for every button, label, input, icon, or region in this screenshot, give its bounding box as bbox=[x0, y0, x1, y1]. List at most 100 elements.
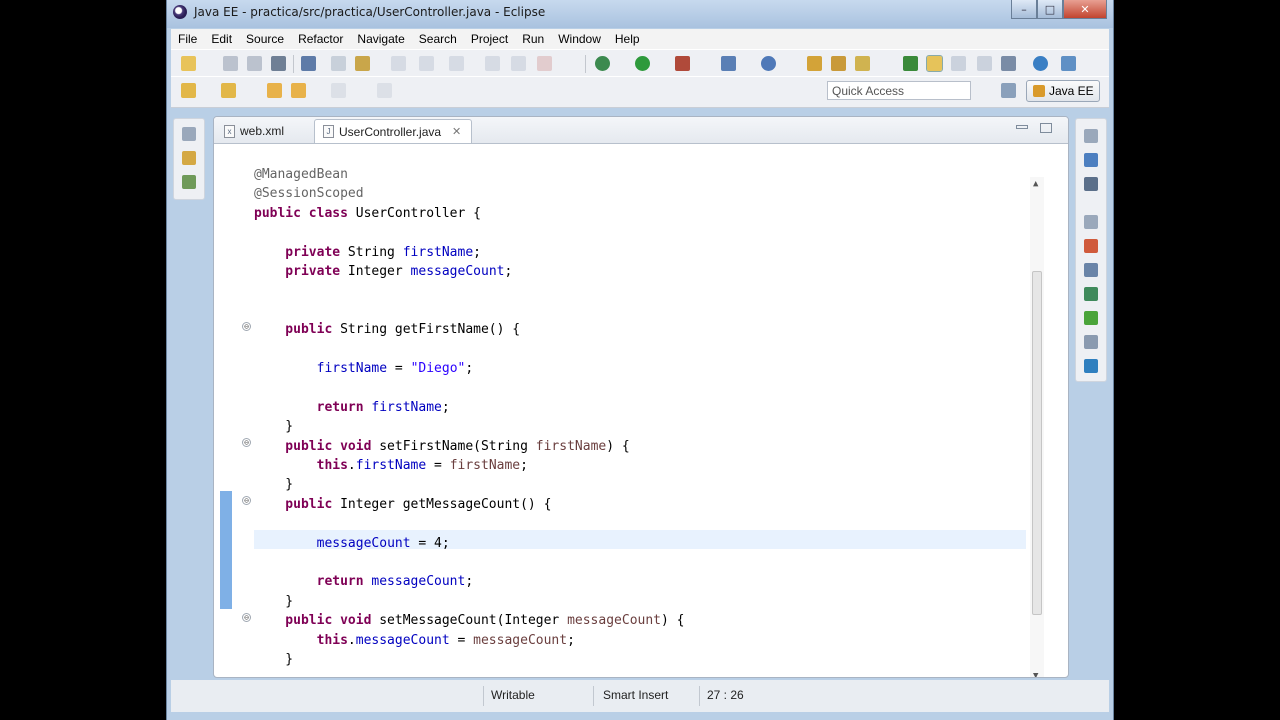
code-line[interactable]: public void setFirstName(String firstNam… bbox=[254, 437, 629, 456]
open-task-icon[interactable] bbox=[831, 56, 846, 71]
code-token: ) { bbox=[661, 613, 685, 629]
code-editor[interactable]: @ManagedBean @SessionScoped public class U… bbox=[214, 147, 1068, 677]
suspend-icon[interactable] bbox=[511, 56, 526, 71]
minimize-button[interactable]: – bbox=[1011, 0, 1037, 19]
toolbar-separator bbox=[585, 55, 586, 73]
code-line[interactable]: private String firstName; bbox=[254, 243, 481, 262]
code-line[interactable]: public void setMessageCount(Integer mess… bbox=[254, 611, 684, 630]
word-wrap-icon[interactable] bbox=[977, 56, 992, 71]
restore-icon[interactable] bbox=[1084, 129, 1098, 143]
markers-icon[interactable] bbox=[1084, 239, 1098, 253]
menu-help[interactable]: Help bbox=[608, 32, 647, 46]
perspective-button[interactable]: Java EE bbox=[1026, 80, 1100, 102]
code-line[interactable]: this.messageCount = messageCount; bbox=[254, 631, 575, 650]
code-line[interactable]: } bbox=[254, 650, 293, 669]
code-line[interactable]: public class UserController { bbox=[254, 204, 481, 223]
menu-refactor[interactable]: Refactor bbox=[291, 32, 350, 46]
run-icon[interactable] bbox=[635, 56, 650, 71]
close-button[interactable]: ✕ bbox=[1063, 0, 1107, 19]
pin-icon[interactable] bbox=[377, 83, 392, 98]
maximize-button[interactable]: □ bbox=[1037, 0, 1063, 19]
fold-icon[interactable]: ⊖ bbox=[242, 322, 251, 331]
code-line[interactable]: this.firstName = firstName; bbox=[254, 456, 528, 475]
close-tab-icon[interactable]: ✕ bbox=[452, 125, 461, 138]
next-annotation-icon[interactable] bbox=[181, 83, 196, 98]
mark-occurrences-icon[interactable] bbox=[926, 55, 943, 72]
restore-icon[interactable] bbox=[182, 127, 196, 141]
code-line[interactable]: @SessionScoped bbox=[254, 184, 364, 203]
search-icon[interactable] bbox=[855, 56, 870, 71]
task-list-icon[interactable] bbox=[1084, 153, 1098, 167]
show-whitespace-icon[interactable] bbox=[1001, 56, 1016, 71]
restore-icon[interactable] bbox=[1084, 215, 1098, 229]
maximize-editor-icon[interactable] bbox=[1040, 123, 1052, 133]
servers-icon[interactable] bbox=[1084, 287, 1098, 301]
code-token: public void bbox=[254, 613, 380, 629]
debug-perspective-icon[interactable] bbox=[301, 56, 316, 71]
new-java-class-icon[interactable] bbox=[761, 56, 776, 71]
step-over-icon[interactable] bbox=[419, 56, 434, 71]
search-toolbar-icon[interactable] bbox=[355, 56, 370, 71]
step-return-icon[interactable] bbox=[449, 56, 464, 71]
last-edit-location-icon[interactable] bbox=[267, 83, 282, 98]
fold-icon[interactable]: ⊖ bbox=[242, 496, 251, 505]
scroll-thumb[interactable] bbox=[1032, 271, 1042, 615]
save-all-icon[interactable] bbox=[247, 56, 262, 71]
code-line[interactable]: } bbox=[254, 592, 293, 611]
task-icon[interactable] bbox=[331, 56, 346, 71]
open-perspective-icon[interactable] bbox=[1001, 83, 1016, 98]
outline-icon[interactable] bbox=[1084, 177, 1098, 191]
code-line[interactable]: public String getFirstName() { bbox=[254, 320, 520, 339]
code-line[interactable]: } bbox=[254, 417, 293, 436]
tab-web-xml[interactable]: x web.xml bbox=[216, 119, 314, 143]
new-icon[interactable] bbox=[181, 56, 196, 71]
debug-icon[interactable] bbox=[595, 56, 610, 71]
open-type-icon[interactable] bbox=[807, 56, 822, 71]
console-icon[interactable] bbox=[1084, 359, 1098, 373]
menu-navigate[interactable]: Navigate bbox=[350, 32, 411, 46]
code-line[interactable]: public Integer getMessageCount() { bbox=[254, 495, 551, 514]
menu-search[interactable]: Search bbox=[412, 32, 464, 46]
code-line[interactable]: messageCount = 4; bbox=[254, 534, 450, 553]
menu-file[interactable]: File bbox=[171, 32, 204, 46]
scroll-down-icon[interactable]: ▼ bbox=[1033, 671, 1038, 677]
menu-project[interactable]: Project bbox=[464, 32, 515, 46]
menu-source[interactable]: Source bbox=[239, 32, 291, 46]
vertical-scrollbar[interactable]: ▲ ▼ bbox=[1030, 177, 1044, 677]
fold-icon[interactable]: ⊖ bbox=[242, 613, 251, 622]
data-source-explorer-icon[interactable] bbox=[1084, 311, 1098, 325]
code-line[interactable]: return messageCount; bbox=[254, 572, 474, 591]
previous-annotation-icon[interactable] bbox=[221, 83, 236, 98]
block-selection-icon[interactable] bbox=[951, 56, 966, 71]
package-explorer-icon[interactable] bbox=[182, 151, 196, 165]
pin-editor-icon[interactable] bbox=[1061, 56, 1076, 71]
menu-run[interactable]: Run bbox=[515, 32, 551, 46]
terminate-icon[interactable] bbox=[537, 56, 552, 71]
web-browser-icon[interactable] bbox=[1033, 56, 1048, 71]
back-icon[interactable] bbox=[291, 83, 306, 98]
external-tools-icon[interactable] bbox=[675, 56, 690, 71]
code-line[interactable]: firstName = "Diego"; bbox=[254, 359, 474, 378]
code-line[interactable]: } bbox=[254, 475, 293, 494]
code-line[interactable]: private Integer messageCount; bbox=[254, 262, 512, 281]
minimize-editor-icon[interactable] bbox=[1016, 125, 1028, 129]
new-server-icon[interactable] bbox=[721, 56, 736, 71]
menu-window[interactable]: Window bbox=[551, 32, 608, 46]
print-icon[interactable] bbox=[271, 56, 286, 71]
code-line[interactable]: @ManagedBean bbox=[254, 165, 348, 184]
fold-icon[interactable]: ⊖ bbox=[242, 438, 251, 447]
resume-icon[interactable] bbox=[485, 56, 500, 71]
type-hierarchy-icon[interactable] bbox=[182, 175, 196, 189]
step-into-icon[interactable] bbox=[391, 56, 406, 71]
snippets-icon[interactable] bbox=[1084, 335, 1098, 349]
toggle-breadcrumb-icon[interactable] bbox=[903, 56, 918, 71]
forward-icon[interactable] bbox=[331, 83, 346, 98]
properties-icon[interactable] bbox=[1084, 263, 1098, 277]
menu-edit[interactable]: Edit bbox=[204, 32, 239, 46]
title-bar[interactable]: Java EE - practica/src/practica/UserCont… bbox=[167, 0, 1113, 28]
code-line[interactable]: return firstName; bbox=[254, 398, 450, 417]
quick-access-input[interactable]: Quick Access bbox=[827, 81, 971, 100]
tab-user-controller-java[interactable]: J UserController.java ✕ bbox=[314, 119, 472, 143]
scroll-up-icon[interactable]: ▲ bbox=[1033, 179, 1038, 189]
save-icon[interactable] bbox=[223, 56, 238, 71]
